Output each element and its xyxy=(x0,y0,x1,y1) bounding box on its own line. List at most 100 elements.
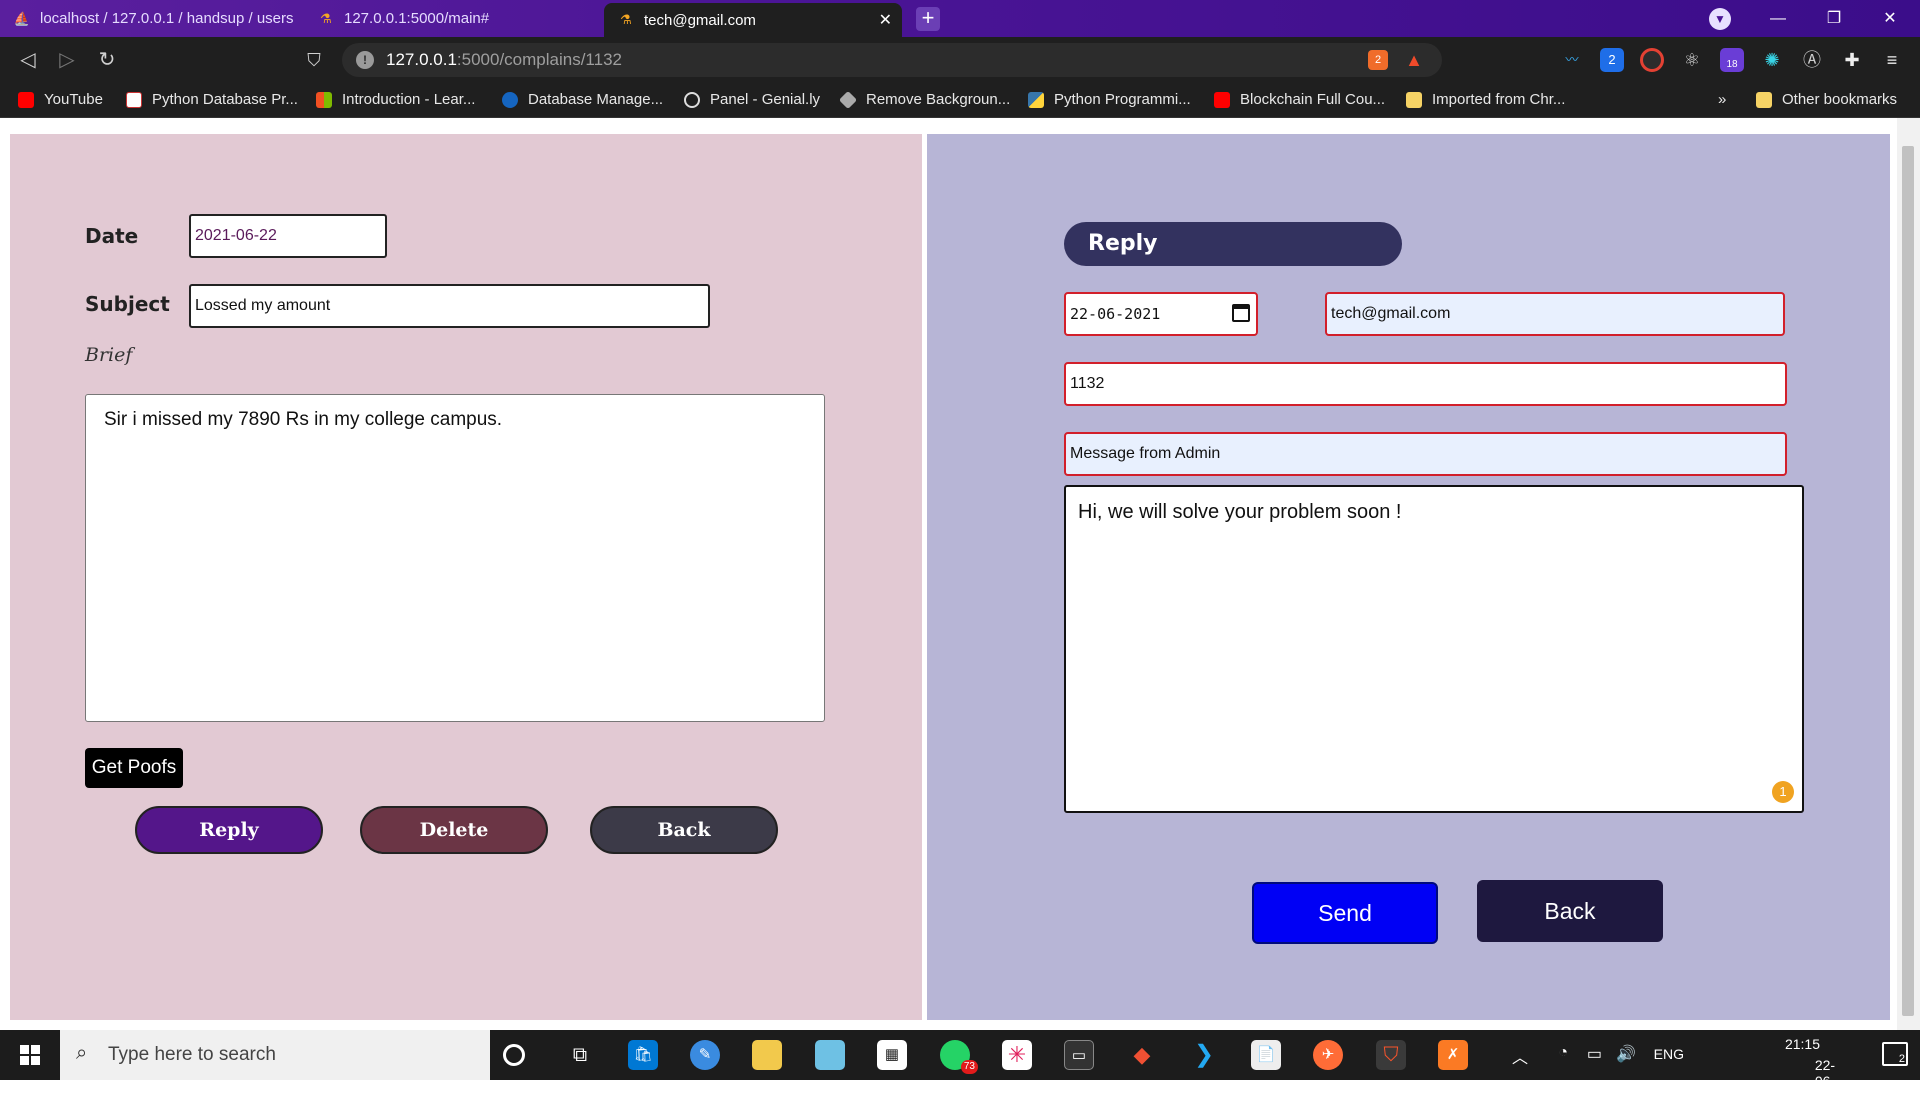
bookmark-python-prog[interactable]: Python Programmi... xyxy=(1028,91,1191,108)
bookmark-youtube[interactable]: YouTube xyxy=(18,91,103,108)
wave-extension-icon[interactable]: 〰 xyxy=(1560,48,1584,72)
profile-icon[interactable]: ▼ xyxy=(1709,8,1731,30)
bookmark-genially[interactable]: Panel - Genial.ly xyxy=(684,91,820,108)
reply-back-button[interactable]: Back xyxy=(1477,880,1663,942)
layers-icon xyxy=(838,90,858,109)
react-extension-icon[interactable]: ⚛ xyxy=(1680,48,1704,72)
bookmark-imported[interactable]: Imported from Chr... xyxy=(1406,91,1565,108)
close-tab-icon[interactable]: ✕ xyxy=(879,10,892,30)
tab-main[interactable]: ⚗ 127.0.0.1:5000/main# xyxy=(304,0,604,37)
delete-button[interactable]: Delete xyxy=(360,806,548,854)
flask-icon: ⚗ xyxy=(320,10,332,26)
language-indicator[interactable]: ENG xyxy=(1654,1046,1684,1062)
brave-icon[interactable]: ⛉ xyxy=(1376,1040,1406,1070)
puzzle-icon[interactable]: ✚ xyxy=(1840,48,1864,72)
other-bookmarks[interactable]: Other bookmarks xyxy=(1756,91,1897,108)
tab-title: tech@gmail.com xyxy=(644,11,756,29)
forward-icon[interactable]: ▷ xyxy=(56,49,78,71)
vscode-icon[interactable]: ❯ xyxy=(1189,1040,1219,1070)
youtube-icon xyxy=(18,91,34,108)
windows-icon xyxy=(20,1045,40,1065)
microsoft-icon xyxy=(316,91,332,108)
bookmark-blockchain[interactable]: Blockchain Full Cou... xyxy=(1214,91,1385,108)
terminal-icon[interactable]: ▭ xyxy=(1064,1040,1094,1070)
new-tab-button[interactable]: + xyxy=(916,7,940,31)
volume-icon[interactable]: 🔊 xyxy=(1616,1044,1636,1064)
reply-message-text: Hi, we will solve your problem soon ! xyxy=(1078,501,1402,523)
url-text: 127.0.0.1:5000/complains/1132 xyxy=(386,50,622,69)
reply-email-input[interactable]: tech@gmail.com xyxy=(1325,292,1785,336)
battery-icon[interactable]: ▭ xyxy=(1587,1044,1602,1064)
account-icon[interactable]: Ⓐ xyxy=(1800,48,1824,72)
folder-icon xyxy=(1756,91,1772,108)
reply-date-input[interactable]: 22-06-2021 xyxy=(1064,292,1258,336)
get-proofs-button[interactable]: Get Poofs xyxy=(85,748,183,788)
minimize-icon[interactable]: — xyxy=(1750,0,1806,37)
reply-button[interactable]: Reply xyxy=(135,806,323,854)
cap-extension-icon[interactable]: 18 xyxy=(1720,48,1744,72)
bookmarks-overflow[interactable]: » xyxy=(1718,91,1726,108)
slack-icon[interactable]: ✳ xyxy=(1002,1040,1032,1070)
complaint-date-field[interactable]: 2021-06-22 xyxy=(189,214,387,258)
menu-icon[interactable]: ≡ xyxy=(1880,48,1904,72)
chevron-up-icon[interactable]: ︿ xyxy=(1512,1044,1528,1068)
paint-icon[interactable]: ✎ xyxy=(690,1040,720,1070)
tab-bar: ⛵ localhost / 127.0.0.1 / handsup / user… xyxy=(0,0,1920,37)
tab-phpmyadmin[interactable]: ⛵ localhost / 127.0.0.1 / handsup / user… xyxy=(0,0,304,37)
search-placeholder: Type here to search xyxy=(108,1044,276,1065)
restore-icon[interactable]: ❐ xyxy=(1806,0,1862,37)
start-button[interactable] xyxy=(0,1030,60,1080)
git-icon[interactable]: ◆ xyxy=(1127,1040,1157,1070)
info-icon[interactable]: ! xyxy=(356,51,374,69)
reply-id-input[interactable]: 1132 xyxy=(1064,362,1787,406)
reload-icon[interactable]: ↻ xyxy=(96,49,118,71)
xampp-icon[interactable]: ✗ xyxy=(1438,1040,1468,1070)
youtube-icon xyxy=(1214,91,1230,108)
file-explorer-icon[interactable] xyxy=(752,1040,782,1070)
subject-label: Subject xyxy=(85,292,170,316)
bookmark-introduction[interactable]: Introduction - Lear... xyxy=(316,91,475,108)
reply-panel: Reply 22-06-2021 tech@gmail.com 1132 Mes… xyxy=(927,134,1890,1020)
reply-subject-input[interactable]: Message from Admin xyxy=(1064,432,1787,476)
clock-time[interactable]: 21:15 xyxy=(1785,1036,1820,1052)
number-extension-icon[interactable]: 2 xyxy=(1600,48,1624,72)
network-icon[interactable]: ◔ xyxy=(1558,1044,1568,1062)
notepad-icon[interactable] xyxy=(815,1040,845,1070)
bookmark-python-db[interactable]: Python Database Pr... xyxy=(126,91,298,108)
grammar-badge[interactable]: 1 xyxy=(1772,781,1794,803)
postman-icon[interactable]: ✈ xyxy=(1313,1040,1343,1070)
back-button[interactable]: Back xyxy=(590,806,778,854)
page-scrollbar[interactable] xyxy=(1897,118,1920,1030)
bookmark-remove-bg[interactable]: Remove Backgroun... xyxy=(838,90,1010,109)
close-window-icon[interactable]: ✕ xyxy=(1862,0,1918,37)
brief-textarea[interactable]: Sir i missed my 7890 Rs in my college ca… xyxy=(85,394,825,722)
clock-date[interactable]: 22-06-2021 xyxy=(1815,1057,1846,1105)
reply-message-textarea[interactable]: Hi, we will solve your problem soon ! 1 xyxy=(1064,485,1804,813)
brave-rewards-icon[interactable]: ▲ xyxy=(1404,50,1424,70)
calculator-icon[interactable]: ▦ xyxy=(877,1040,907,1070)
bookmark-database[interactable]: Database Manage... xyxy=(502,91,663,108)
whatsapp-badge: 73 xyxy=(960,1060,978,1074)
brave-shield-icon[interactable]: 2 xyxy=(1368,50,1388,70)
taskbar: ⌕ Type here to search ⧉ 🛍 ✎ ▦ 73 ✳ ▭ ◆ ❯… xyxy=(0,1030,1920,1105)
c-logo-icon xyxy=(502,91,518,108)
page-viewport: Date 2021-06-22 Subject Lossed my amount… xyxy=(0,118,1920,1030)
bookmark-icon[interactable]: ⛉ xyxy=(303,49,325,71)
pdf-icon[interactable]: 📄 xyxy=(1251,1040,1281,1070)
store-icon[interactable]: 🛍 xyxy=(628,1040,658,1070)
task-view-icon[interactable]: ⧉ xyxy=(565,1040,595,1070)
scrollbar-thumb[interactable] xyxy=(1902,146,1914,1016)
complaint-subject-field[interactable]: Lossed my amount xyxy=(189,284,710,328)
url-input[interactable]: ! 127.0.0.1:5000/complains/1132 2 ▲ xyxy=(342,43,1442,77)
notification-icon[interactable]: 2 xyxy=(1882,1042,1908,1066)
calendar-icon[interactable] xyxy=(1232,304,1250,322)
chrome-extension-icon[interactable] xyxy=(1640,48,1664,72)
bookmark-page-icon xyxy=(126,91,142,108)
back-icon[interactable]: ◁ xyxy=(17,49,39,71)
send-button[interactable]: Send xyxy=(1252,882,1438,944)
whatsapp-icon[interactable]: 73 xyxy=(940,1040,978,1074)
taskbar-search[interactable]: ⌕ Type here to search xyxy=(60,1030,490,1080)
tab-active[interactable]: ⚗ tech@gmail.com ✕ xyxy=(604,3,902,37)
gear-extension-icon[interactable]: ✺ xyxy=(1760,48,1784,72)
cortana-icon[interactable] xyxy=(503,1044,525,1066)
